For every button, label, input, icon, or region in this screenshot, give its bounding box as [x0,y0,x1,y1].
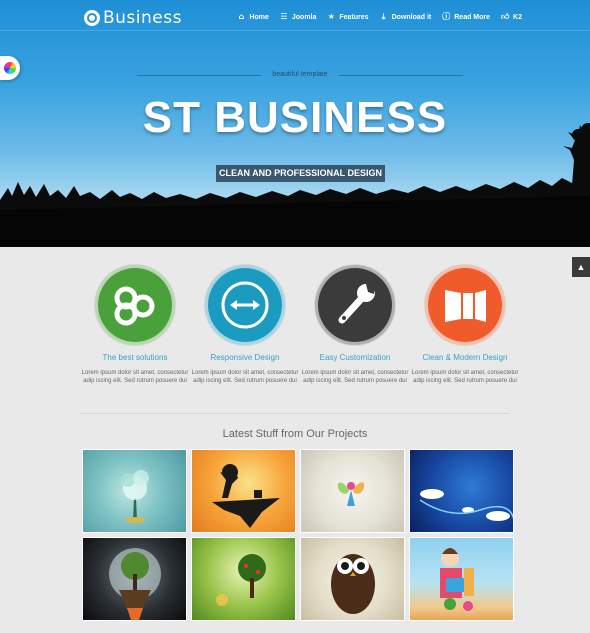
hero-subtitle: CLEAN AND PROFESSIONAL DESIGN [216,165,385,182]
feature-circle[interactable] [95,265,175,345]
project-thumbnail[interactable] [82,449,187,533]
cluster-icon [114,286,155,326]
tagline-divider-right [339,75,463,76]
feature-circle[interactable] [425,265,505,345]
green-tree-image [216,554,266,606]
nav-item-home[interactable]: ⌂ Home [237,12,269,21]
feature-title[interactable]: Easy Customization [300,353,410,362]
fairy-image [337,482,365,506]
feature-circle[interactable] [315,265,395,345]
hero-title: ST BUSINESS [142,93,448,142]
chevron-up-icon: ▲ [576,262,586,272]
color-wheel-icon [4,62,16,74]
feature-text: Lorem ipsum dolor sit amet, consectetur … [301,370,409,384]
arrows-horizontal-icon [221,281,269,329]
scroll-to-top-button[interactable]: ▲ [572,257,590,277]
nav-label: K2 [513,13,522,21]
feature-clean-modern: Clean & Modern Design Lorem ipsum dolor … [410,265,520,385]
feature-easy-customization: Easy Customization Lorem ipsum dolor sit… [300,265,410,385]
feature-title[interactable]: Responsive Design [190,353,300,362]
feature-best-solutions: The best solutions Lorem ipsum dolor sit… [80,265,190,385]
teal-tree-image [121,470,149,523]
feature-text: Lorem ipsum dolor sit amet, consectetur … [411,370,519,384]
feature-title[interactable]: The best solutions [80,353,190,362]
nav-label: Joomla [291,13,317,21]
nav-label: Read More [454,13,491,21]
info-icon: ⓘ [442,12,451,21]
nav-label: Features [339,13,369,21]
home-icon: ⌂ [238,12,245,21]
projects-title: Latest Stuff from Our Projects [222,428,368,440]
project-thumbnail[interactable] [300,449,405,533]
nav-label: Download it [391,13,432,21]
project-thumbnail[interactable] [300,537,405,621]
section-divider [80,413,510,414]
blue-clouds-image [419,489,513,521]
feature-title[interactable]: Clean & Modern Design [410,353,520,362]
coffee-owl-image [331,554,375,614]
features-row: The best solutions Lorem ipsum dolor sit… [80,265,520,385]
thumbs-up-icon: 👍︎ [501,12,510,21]
list-icon: ☰ [280,12,288,21]
logo-text: Business [103,8,182,28]
logo-icon [84,10,100,26]
hero-tagline-row: beautiful template [137,70,463,80]
feature-text: Lorem ipsum dolor sit amet, consectetur … [81,370,189,384]
colorful-character-image [440,548,474,611]
project-thumbnail[interactable] [409,449,514,533]
projects-gallery [82,449,515,621]
project-thumbnail[interactable] [191,449,296,533]
project-thumbnail[interactable] [191,537,296,621]
nav-item-read-more[interactable]: ⓘ Read More [442,13,490,21]
nav-label: Home [249,13,269,21]
feature-text: Lorem ipsum dolor sit amet, consectetur … [191,370,299,384]
tree-globe-image [109,548,161,620]
nav-item-k2[interactable]: 👍︎ K2 [501,13,522,21]
nav-item-download[interactable]: ⤓ Download it [380,12,432,21]
feature-circle[interactable] [205,265,285,345]
project-thumbnail[interactable] [82,537,187,621]
layout-icon [445,290,486,322]
project-thumbnail[interactable] [409,537,514,621]
feature-responsive-design: Responsive Design Lorem ipsum dolor sit … [190,265,300,385]
wrench-icon [338,282,376,324]
floating-island-image [212,464,280,528]
site-logo[interactable]: Business [84,8,182,28]
nav-item-features[interactable]: ★ Features [327,12,369,21]
nav-item-joomla[interactable]: ☰ Joomla [280,12,317,21]
star-icon: ★ [327,12,335,21]
hero-banner: Business ⌂ Home ☰ Joomla ★ Features ⤓ Do… [0,0,590,247]
main-nav: ⌂ Home ☰ Joomla ★ Features ⤓ Download it… [237,13,522,21]
download-icon: ⤓ [381,12,386,21]
